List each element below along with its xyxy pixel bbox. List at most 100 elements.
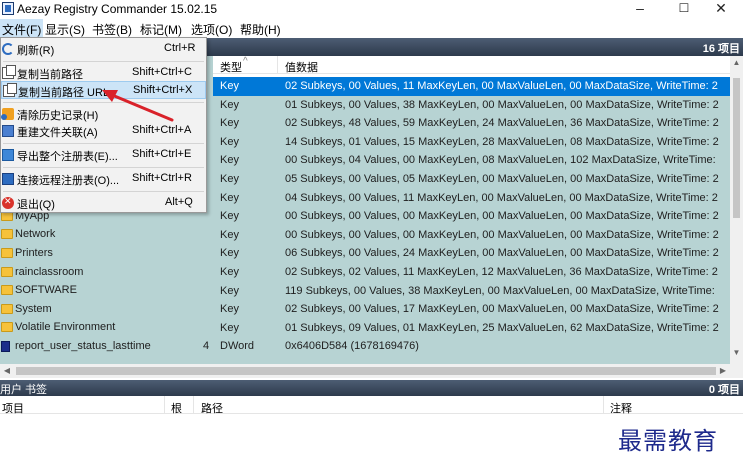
menu-item-label: 刷新(R) — [17, 45, 55, 57]
tree-item[interactable]: Network — [0, 225, 213, 244]
horizontal-scrollbar[interactable]: ◀ ▶ — [0, 364, 730, 378]
window-title: Aezay Registry Commander 15.02.15 — [17, 2, 218, 16]
menu-item-export-registry[interactable]: 导出整个注册表(E)... Shift+Ctrl+E — [1, 146, 206, 164]
menu-item-label: 清除历史记录(H) — [17, 110, 99, 122]
menu-bar: 文件(F) 显示(S) 书签(B) 标记(M) 选项(O) 帮助(H) — [0, 19, 743, 37]
menu-item-remote-registry[interactable]: 连接远程注册表(O)... Shift+Ctrl+R — [1, 170, 206, 188]
menu-item-shortcut: Ctrl+R — [164, 42, 196, 54]
row-type: Key — [220, 191, 239, 204]
row-type: Key — [220, 117, 239, 130]
value-grid[interactable]: Key 02 Subkeys, 00 Values, 11 MaxKeyLen, … — [213, 77, 730, 364]
row-value: 00 Subkeys, 00 Values, 00 MaxKeyLen, 00 … — [285, 210, 719, 223]
table-row[interactable]: Key 14 Subkeys, 01 Values, 15 MaxKeyLen, … — [213, 133, 730, 152]
tree-item-label: Printers — [15, 247, 53, 259]
row-value: 02 Subkeys, 00 Values, 11 MaxKeyLen, 00 … — [285, 80, 718, 92]
table-row[interactable]: Key 119 Subkeys, 00 Values, 38 MaxKeyLen,… — [213, 282, 730, 301]
table-row[interactable]: Key 02 Subkeys, 02 Values, 11 MaxKeyLen, … — [213, 263, 730, 282]
tree-item-label: Network — [15, 228, 56, 241]
vertical-scrollbar[interactable]: ▲ ▼ — [730, 56, 743, 364]
tree-item-label: rainclassroom — [15, 265, 84, 278]
folder-icon — [1, 285, 13, 296]
column-divider[interactable] — [277, 56, 278, 74]
menu-item-label: 重建文件关联(A) — [17, 127, 98, 139]
tree-item-label: SOFTWARE — [15, 284, 77, 297]
tree-item[interactable]: Printers — [0, 244, 213, 263]
table-row[interactable]: Key 00 Subkeys, 04 Values, 00 MaxKeyLen, … — [213, 151, 730, 170]
table-row[interactable]: Key 05 Subkeys, 00 Values, 05 MaxKeyLen, … — [213, 170, 730, 189]
column-type[interactable]: 类型 — [220, 59, 242, 75]
table-row[interactable]: Key 04 Subkeys, 00 Values, 11 MaxKeyLen, … — [213, 189, 730, 208]
scroll-up-icon[interactable]: ▲ — [730, 58, 743, 72]
folder-icon — [1, 266, 13, 277]
bookmark-pane-header: 用户 书签 0 项目 — [0, 380, 743, 396]
menu-help[interactable]: 帮助(H) — [240, 21, 281, 38]
row-value: 14 Subkeys, 01 Values, 15 MaxKeyLen, 28 … — [285, 135, 719, 148]
menu-item-label: 连接远程注册表(O)... — [17, 175, 120, 187]
menu-item-label: 复制当前路径 URL — [18, 87, 110, 99]
row-type: Key — [220, 321, 239, 334]
menu-item-copy-path-url[interactable]: 复制当前路径 URL Shift+Ctrl+X — [1, 81, 206, 99]
menu-item-copy-path[interactable]: 复制当前路径 Shift+Ctrl+C — [1, 64, 206, 82]
tree-item[interactable]: report_user_status_lasttime 4 — [0, 337, 213, 356]
folder-icon — [1, 322, 13, 333]
title-bar: Aezay Registry Commander 15.02.15 – ☐ ✕ — [0, 0, 743, 18]
menu-item-refresh[interactable]: 刷新(R) Ctrl+R — [1, 40, 206, 58]
tree-item-size: 4 — [203, 340, 210, 352]
menu-item-shortcut: Shift+Ctrl+A — [132, 124, 192, 136]
row-type: Key — [220, 303, 239, 316]
tree-item-label: Volatile Environment — [15, 321, 116, 334]
tree-item-label: System — [15, 302, 52, 315]
menu-divider — [3, 61, 204, 62]
scroll-right-icon[interactable]: ▶ — [716, 364, 730, 378]
close-button[interactable]: ✕ — [699, 0, 743, 18]
menu-item-shortcut: Shift+Ctrl+X — [133, 84, 193, 96]
table-row[interactable]: Key 06 Subkeys, 00 Values, 24 MaxKeyLen, … — [213, 244, 730, 263]
menu-item-exit[interactable]: 退出(Q) Alt+Q — [1, 194, 206, 212]
table-row[interactable]: Key 01 Subkeys, 00 Values, 38 MaxKeyLen, … — [213, 96, 730, 115]
row-type: Key — [220, 98, 239, 111]
column-divider[interactable] — [603, 396, 604, 414]
menu-item-shortcut: Shift+Ctrl+E — [132, 148, 192, 160]
column-divider[interactable] — [193, 396, 194, 414]
table-row[interactable]: Key 02 Subkeys, 00 Values, 17 MaxKeyLen, … — [213, 300, 730, 319]
tree-item[interactable]: System — [0, 300, 213, 319]
scroll-corner — [730, 364, 743, 378]
menu-options[interactable]: 选项(O) — [191, 21, 232, 38]
menu-bookmarks[interactable]: 书签(B) — [92, 21, 132, 38]
row-value: 00 Subkeys, 00 Values, 00 MaxKeyLen, 00 … — [285, 228, 719, 241]
menu-item-rebuild-assoc[interactable]: 重建文件关联(A) Shift+Ctrl+A — [1, 122, 206, 140]
tree-item[interactable]: rainclassroom — [0, 263, 213, 282]
column-divider[interactable] — [164, 396, 165, 414]
table-row[interactable]: Key 00 Subkeys, 00 Values, 00 MaxKeyLen, … — [213, 226, 730, 245]
table-row[interactable]: Key 02 Subkeys, 48 Values, 59 MaxKeyLen, … — [213, 114, 730, 133]
menu-divider — [3, 191, 204, 192]
row-type: DWord — [220, 340, 255, 353]
table-row[interactable]: DWord 0x6406D584 (1678169476) — [213, 337, 730, 356]
tree-item[interactable]: Volatile Environment — [0, 318, 213, 337]
menu-item-label: 复制当前路径 — [17, 69, 83, 81]
menu-divider — [3, 102, 204, 103]
menu-item-shortcut: Alt+Q — [165, 196, 193, 208]
folder-icon — [1, 303, 13, 314]
scroll-thumb[interactable] — [16, 367, 716, 375]
row-value: 01 Subkeys, 09 Values, 01 MaxKeyLen, 25 … — [285, 321, 719, 334]
table-row[interactable]: Key 02 Subkeys, 00 Values, 11 MaxKeyLen, … — [213, 77, 730, 96]
row-type: Key — [220, 135, 239, 148]
menu-file[interactable]: 文件(F) — [0, 19, 44, 37]
table-row[interactable]: Key 00 Subkeys, 00 Values, 00 MaxKeyLen, … — [213, 207, 730, 226]
menu-view[interactable]: 显示(S) — [45, 21, 85, 38]
scroll-down-icon[interactable]: ▼ — [730, 348, 743, 362]
copy-icon — [2, 65, 16, 79]
menu-marks[interactable]: 标记(M) — [140, 21, 182, 38]
column-data[interactable]: 值数据 — [285, 59, 318, 75]
row-value: 02 Subkeys, 48 Values, 59 MaxKeyLen, 24 … — [285, 117, 719, 130]
menu-item-clear-history[interactable]: 清除历史记录(H) — [1, 105, 206, 123]
tree-item[interactable]: SOFTWARE — [0, 281, 213, 300]
scroll-thumb[interactable] — [733, 78, 740, 218]
row-type: Key — [220, 228, 239, 241]
scroll-left-icon[interactable]: ◀ — [0, 364, 14, 378]
menu-item-shortcut: Shift+Ctrl+C — [132, 66, 192, 78]
minimize-button[interactable]: – — [618, 0, 662, 18]
table-row[interactable]: Key 01 Subkeys, 09 Values, 01 MaxKeyLen, … — [213, 319, 730, 338]
row-value: 02 Subkeys, 02 Values, 11 MaxKeyLen, 12 … — [285, 266, 718, 278]
